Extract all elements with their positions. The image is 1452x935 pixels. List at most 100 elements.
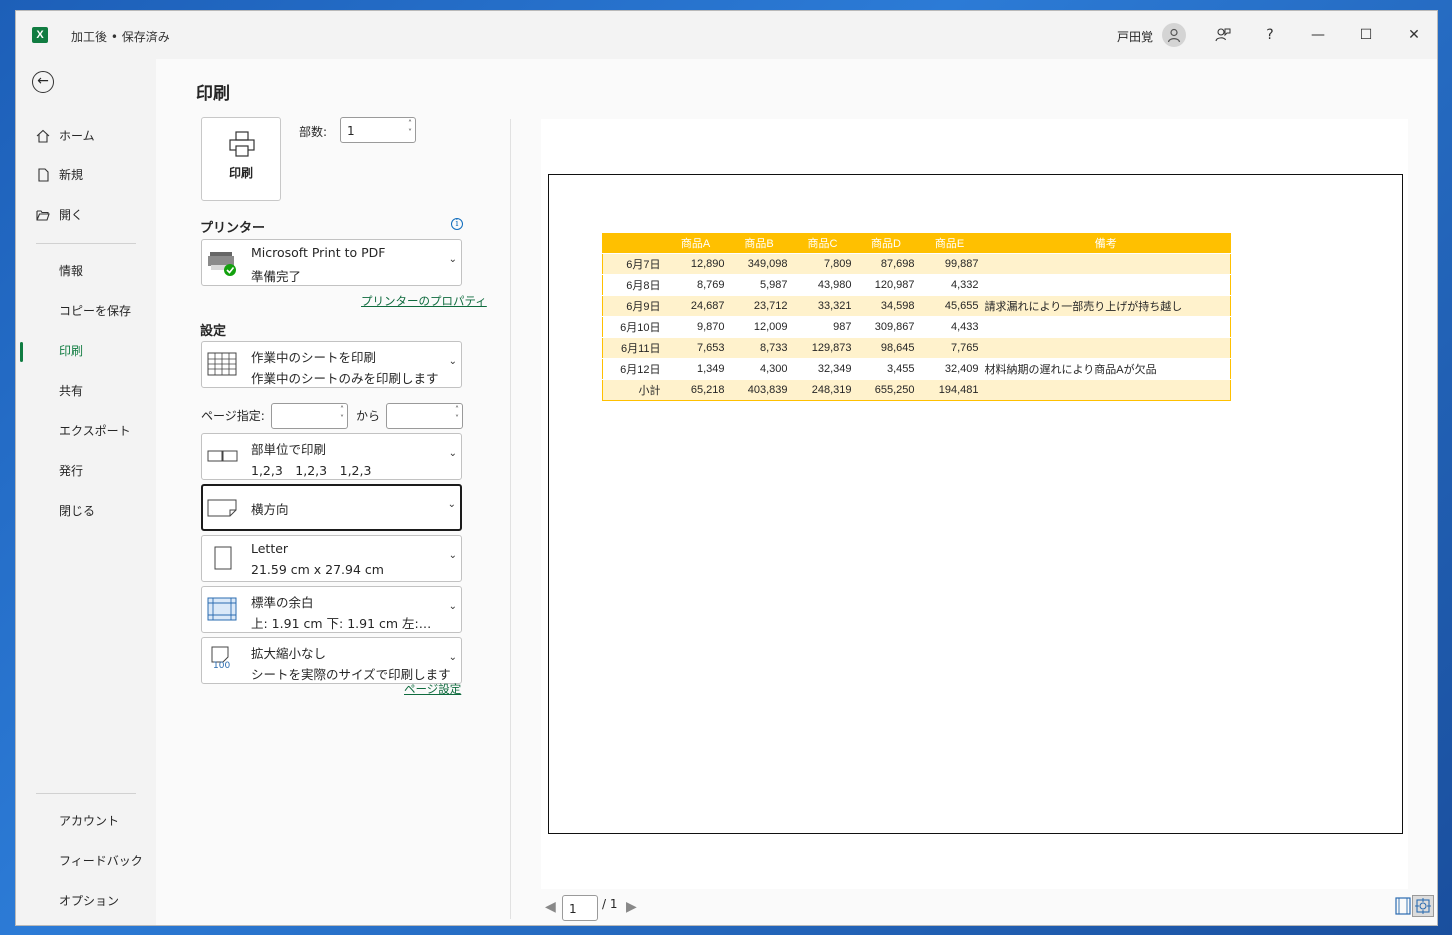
page-total: / 1	[602, 897, 618, 911]
margins-icon	[207, 597, 237, 621]
sidebar-item-account[interactable]: アカウント	[16, 806, 156, 836]
row-date-cell: 6月11日	[602, 337, 664, 359]
value-cell: 7,809	[790, 253, 855, 275]
printer-device-icon	[208, 252, 236, 276]
sidebar-item-close[interactable]: 閉じる	[16, 496, 156, 526]
row-note-cell	[981, 337, 1231, 359]
orientation-dropdown[interactable]: 横方向 ⌄	[201, 484, 462, 531]
folder-open-icon	[36, 210, 50, 221]
printer-properties-link[interactable]: プリンターのプロパティ	[361, 293, 487, 309]
row-note-cell	[981, 274, 1231, 296]
collate-desc: 1,2,3 1,2,3 1,2,3	[251, 463, 372, 478]
sidebar-item-label: エクスポート	[59, 424, 131, 438]
table-row: 6月9日 24,687 23,712 33,321 34,598 45,655 請求漏れによ…	[602, 295, 1231, 317]
value-cell: 349,098	[727, 253, 791, 275]
paper-size-dropdown[interactable]: Letter 21.59 cm x 27.94 cm ⌄	[201, 535, 462, 582]
sidebar-divider	[36, 793, 136, 794]
sidebar-item-label: 開く	[59, 208, 84, 222]
user-avatar-icon[interactable]	[1162, 23, 1186, 47]
chevron-down-icon: ⌄	[448, 652, 457, 663]
window-title: 加工後 • 保存済み	[71, 30, 170, 44]
sidebar-item-export[interactable]: エクスポート	[16, 416, 156, 446]
scaling-dropdown[interactable]: 100 拡大縮小なし シートを実際のサイズで印刷します ⌄	[201, 637, 462, 684]
print-scope-dropdown[interactable]: 作業中のシートを印刷 作業中のシートのみを印刷します ⌄	[201, 341, 462, 388]
column-header	[602, 232, 664, 254]
page-setup-link[interactable]: ページ設定	[404, 681, 461, 697]
collate-dropdown[interactable]: 部単位で印刷 1,2,3 1,2,3 1,2,3 ⌄	[201, 433, 462, 480]
value-cell: 129,873	[790, 337, 855, 359]
print-button[interactable]: 印刷	[201, 117, 281, 201]
orientation-value: 横方向	[251, 502, 289, 517]
minimize-button[interactable]: —	[1306, 23, 1330, 47]
sidebar-item-options[interactable]: オプション	[16, 886, 156, 916]
value-cell: 23,712	[727, 295, 791, 317]
column-header: 備考	[981, 232, 1231, 254]
value-cell: 99,887	[917, 253, 982, 275]
sidebar-item-label: 情報	[59, 264, 84, 278]
sidebar-item-label: コピーを保存	[59, 304, 132, 318]
value-cell: 12,009	[727, 316, 791, 338]
value-cell: 43,980	[790, 274, 855, 296]
spin-arrows-icon[interactable]: ˄ ˅	[455, 405, 459, 423]
collate-title: 部単位で印刷	[251, 442, 327, 457]
total-value-cell: 65,218	[663, 379, 728, 401]
sidebar-item-home[interactable]: ホーム	[16, 121, 156, 151]
spin-arrows-icon[interactable]: ˄ ˅	[340, 405, 344, 423]
pages-to-input[interactable]: ˄ ˅	[386, 403, 463, 429]
sidebar-item-share[interactable]: 共有	[16, 376, 156, 406]
page-number-input[interactable]: 1	[562, 895, 598, 921]
sidebar-item-new[interactable]: 新規	[16, 160, 156, 190]
value-cell: 8,733	[727, 337, 791, 359]
sidebar-item-label: アカウント	[59, 814, 120, 828]
sidebar-item-print[interactable]: 印刷	[16, 336, 156, 366]
printer-dropdown[interactable]: Microsoft Print to PDF 準備完了 ⌄	[201, 239, 462, 286]
collate-icon	[207, 450, 238, 462]
row-date-cell: 6月7日	[602, 253, 664, 275]
sidebar-item-publish[interactable]: 発行	[16, 456, 156, 486]
value-cell: 4,433	[917, 316, 982, 338]
copies-stepper[interactable]: 1 ˄ ˅	[340, 117, 416, 143]
row-note-cell: 材料納期の遅れにより商品Aが欠品	[981, 358, 1231, 380]
next-page-icon[interactable]: ▶	[626, 899, 637, 915]
sidebar-item-save-copy[interactable]: コピーを保存	[16, 296, 156, 326]
pages-label: ページ指定:	[201, 409, 265, 423]
user-name[interactable]: 戸田覚	[1117, 28, 1153, 45]
column-header: 商品D	[854, 232, 918, 254]
sidebar-item-label: 共有	[59, 384, 84, 398]
sidebar-item-info[interactable]: 情報	[16, 256, 156, 286]
zoom-to-page-icon[interactable]	[1412, 895, 1434, 917]
value-cell: 32,349	[790, 358, 855, 380]
spin-arrows-icon[interactable]: ˄ ˅	[408, 119, 412, 137]
close-button[interactable]: ✕	[1402, 23, 1426, 47]
new-file-icon	[38, 168, 49, 182]
print-scope-title: 作業中のシートを印刷	[251, 350, 377, 365]
help-button[interactable]: ?	[1258, 23, 1282, 47]
home-icon	[36, 129, 50, 143]
title-bar: X 加工後 • 保存済み 戸田覚 ? — ☐ ✕	[16, 11, 1437, 59]
show-margins-icon[interactable]	[1392, 895, 1414, 917]
total-value-cell: 194,481	[917, 379, 982, 401]
sidebar-item-feedback[interactable]: フィードバック	[16, 846, 156, 876]
value-cell: 4,300	[727, 358, 791, 380]
sidebar-item-label: ホーム	[59, 129, 95, 143]
margins-dropdown[interactable]: 標準の余白 上: 1.91 cm 下: 1.91 cm 左:… ⌄	[201, 586, 462, 633]
value-cell: 120,987	[854, 274, 918, 296]
feedback-icon[interactable]	[1211, 23, 1235, 47]
chevron-down-icon: ⌄	[448, 254, 457, 265]
copies-value: 1	[347, 124, 355, 138]
preview-page: 商品A 商品B 商品C 商品D 商品E 備考 6月7日 12,890 349,098 7,809…	[548, 174, 1403, 834]
info-icon[interactable]: i	[451, 218, 463, 230]
row-date-cell: 6月12日	[602, 358, 664, 380]
printer-status: 準備完了	[251, 269, 302, 284]
previous-page-icon[interactable]: ◀	[545, 899, 556, 915]
sidebar-item-open[interactable]: 開く	[16, 200, 156, 230]
paper-title: Letter	[251, 541, 289, 556]
total-value-cell: 403,839	[727, 379, 791, 401]
column-header: 商品A	[663, 232, 728, 254]
pages-from-input[interactable]: ˄ ˅	[271, 403, 348, 429]
back-arrow-icon[interactable]: ←	[32, 71, 54, 93]
row-date-cell: 6月8日	[602, 274, 664, 296]
maximize-button[interactable]: ☐	[1354, 23, 1378, 47]
print-scope-desc: 作業中のシートのみを印刷します	[251, 371, 439, 386]
printer-section-label: プリンター	[200, 221, 266, 236]
